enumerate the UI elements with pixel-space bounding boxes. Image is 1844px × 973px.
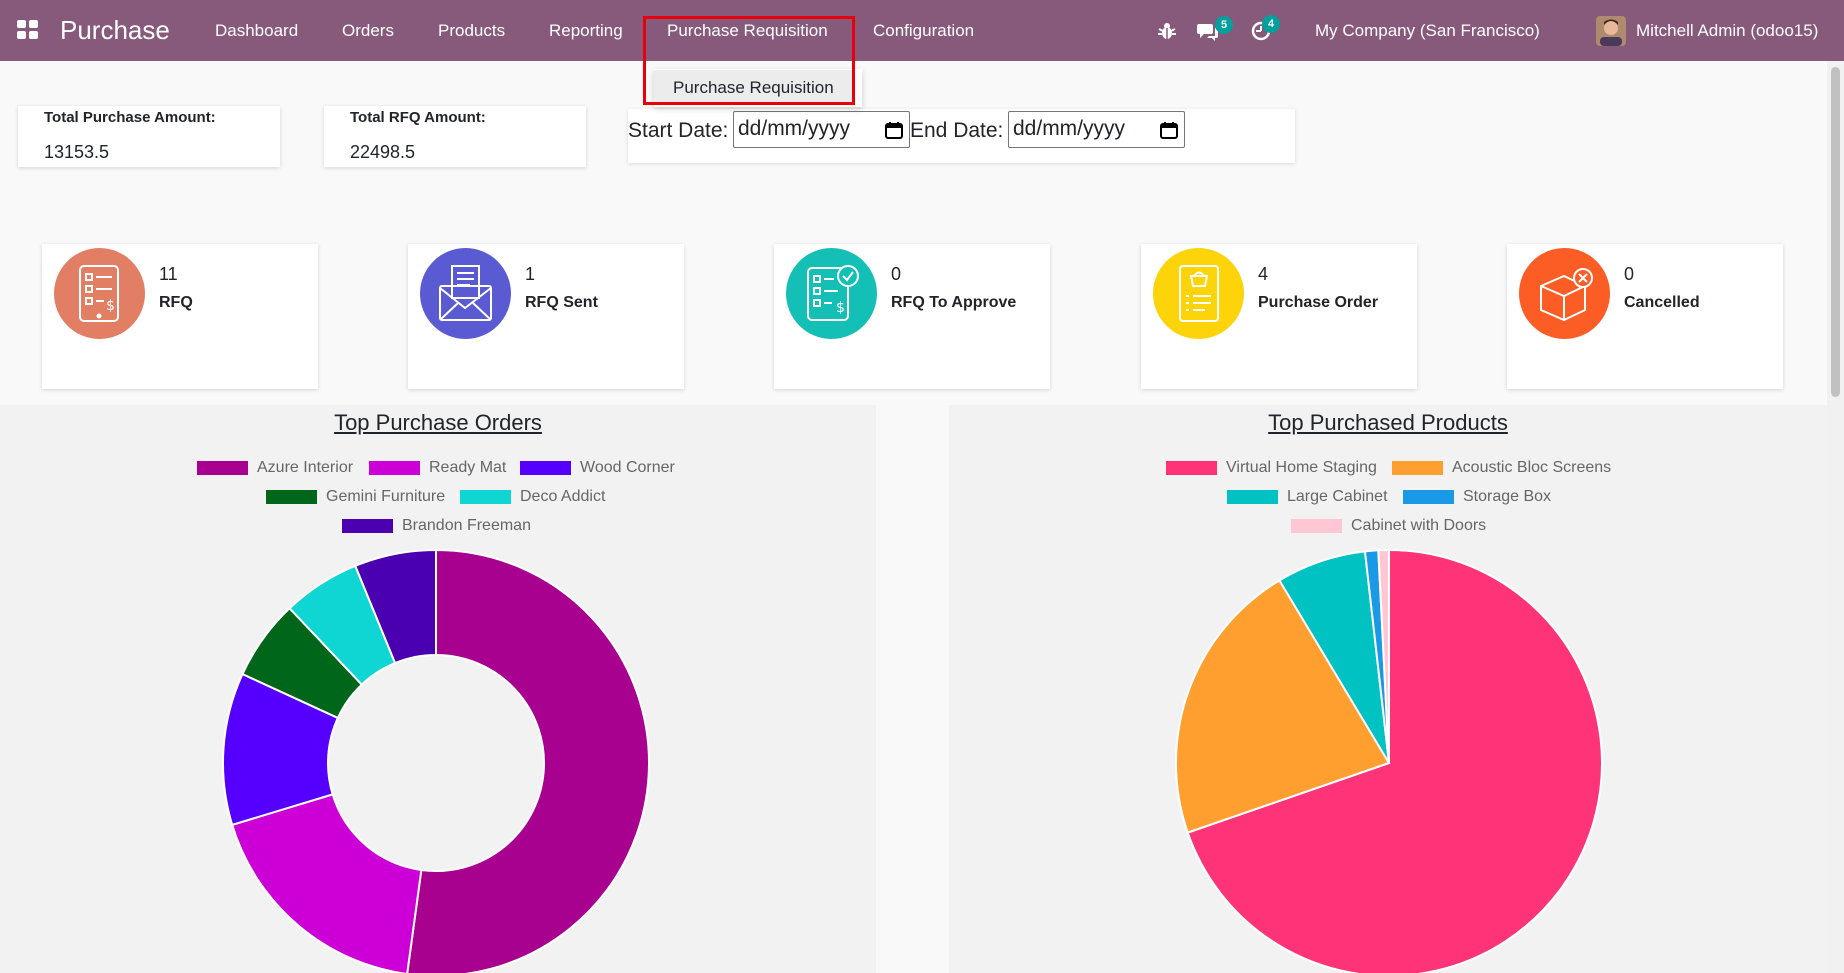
total-rfq-card: Total RFQ Amount: 22498.5 [324, 106, 586, 167]
total-purchase-card: Total Purchase Amount: 13153.5 [18, 106, 280, 167]
total-rfq-value: 22498.5 [350, 142, 416, 162]
total-purchase-label: Total Purchase Amount: [44, 109, 216, 126]
date-filter-card: Start Date: dd/mm/yyyy End Date: dd/mm/y… [628, 109, 1295, 163]
stat-card-rfq-sent[interactable]: 1 RFQ Sent [408, 244, 684, 389]
rfq-document-icon: $ [54, 248, 145, 339]
company-switcher[interactable]: My Company (San Francisco) [1315, 21, 1540, 41]
start-date-value: dd/mm/yyyy [738, 117, 851, 140]
top-navbar: Purchase Dashboard Orders Products Repor… [0, 0, 1844, 61]
dropdown-item-purchase-requisition[interactable]: Purchase Requisition [654, 70, 854, 104]
pie-slice[interactable] [406, 548, 650, 973]
top-purchase-orders-panel: Top Purchase Orders Azure Interior Ready… [0, 405, 876, 973]
stat-label-rfq-to-approve: RFQ To Approve [891, 294, 1017, 311]
user-avatar[interactable] [1596, 16, 1626, 46]
stat-label-cancelled: Cancelled [1624, 294, 1700, 311]
stat-count-cancelled: 0 [1624, 264, 1635, 284]
menu-reporting[interactable]: Reporting [549, 21, 623, 41]
stat-count-purchase-order: 4 [1258, 264, 1269, 284]
stat-card-cancelled[interactable]: 0 Cancelled [1507, 244, 1783, 389]
purchase-requisition-dropdown: Purchase Requisition [654, 69, 862, 107]
svg-text:$: $ [836, 300, 845, 316]
purchased-products-pie-chart [1175, 548, 1603, 973]
bug-icon[interactable] [1155, 19, 1179, 43]
top-purchased-products-panel: Top Purchased Products Virtual Home Stag… [949, 405, 1827, 973]
svg-text:$: $ [106, 298, 115, 314]
stat-label-rfq: RFQ [159, 294, 193, 311]
end-date-label: End Date: [910, 119, 1004, 142]
stat-label-rfq-sent: RFQ Sent [525, 294, 598, 311]
stat-count-rfq-to-approve: 0 [891, 264, 902, 284]
activities-badge: 4 [1262, 15, 1280, 33]
approve-check-icon: $ [786, 248, 877, 339]
purchase-orders-doughnut-chart [222, 548, 650, 973]
stat-card-rfq[interactable]: $ 11 RFQ [42, 244, 318, 389]
total-purchase-value: 13153.5 [44, 142, 110, 162]
scrollbar-thumb[interactable] [1831, 67, 1840, 397]
cancelled-box-icon [1519, 248, 1610, 339]
envelope-icon [420, 248, 511, 339]
menu-products[interactable]: Products [438, 21, 505, 41]
calendar-icon[interactable] [1160, 121, 1178, 139]
app-title[interactable]: Purchase [60, 15, 170, 46]
menu-orders[interactable]: Orders [342, 21, 394, 41]
pie-slice[interactable] [230, 793, 423, 973]
page-scrollbar[interactable] [1827, 61, 1844, 973]
menu-configuration[interactable]: Configuration [873, 21, 974, 41]
menu-dashboard[interactable]: Dashboard [215, 21, 298, 41]
stat-count-rfq-sent: 1 [525, 264, 536, 284]
menu-purchase-requisition[interactable]: Purchase Requisition [667, 21, 828, 41]
stat-card-purchase-order[interactable]: 4 Purchase Order [1141, 244, 1417, 389]
stat-card-rfq-to-approve[interactable]: $ 0 RFQ To Approve [774, 244, 1050, 389]
stat-count-rfq: 11 [159, 264, 178, 284]
end-date-value: dd/mm/yyyy [1013, 117, 1126, 140]
total-rfq-label: Total RFQ Amount: [350, 109, 486, 126]
calendar-icon[interactable] [885, 121, 903, 139]
basket-list-icon [1153, 248, 1244, 339]
start-date-label: Start Date: [628, 119, 729, 142]
apps-grid-icon[interactable] [16, 19, 40, 41]
start-date-input[interactable]: dd/mm/yyyy [733, 111, 910, 148]
end-date-input[interactable]: dd/mm/yyyy [1008, 111, 1185, 148]
messages-badge: 5 [1215, 16, 1233, 34]
stat-label-purchase-order: Purchase Order [1258, 294, 1379, 311]
user-menu[interactable]: Mitchell Admin (odoo15) [1636, 21, 1818, 41]
